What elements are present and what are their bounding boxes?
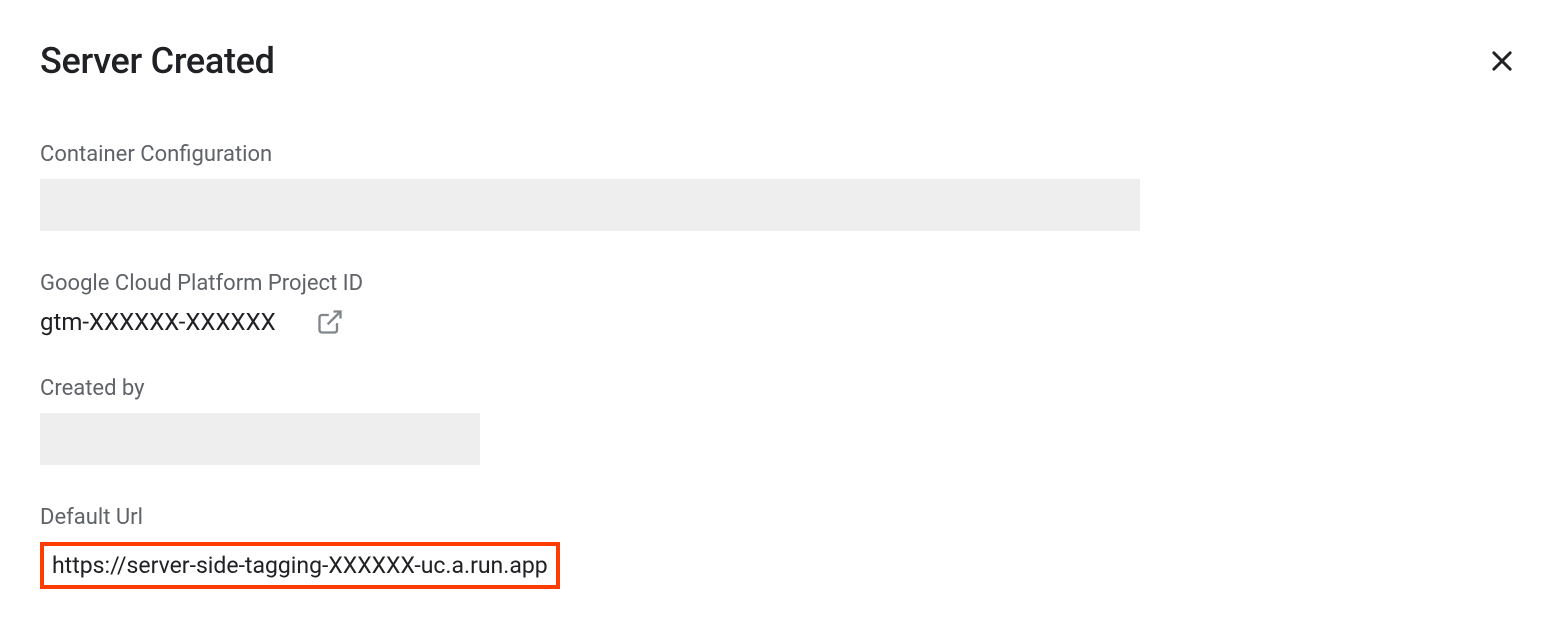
close-icon [1488, 47, 1516, 75]
default-url-label: Default Url [40, 505, 1518, 530]
created-by-label: Created by [40, 376, 1518, 401]
project-id-label: Google Cloud Platform Project ID [40, 271, 1518, 296]
dialog-header: Server Created [40, 40, 1518, 82]
project-id-value: gtm-XXXXXX-XXXXXX [40, 308, 276, 336]
container-config-value-redacted [40, 179, 1140, 231]
created-by-value-redacted [40, 413, 480, 465]
project-id-field: Google Cloud Platform Project ID gtm-XXX… [40, 271, 1518, 336]
container-config-label: Container Configuration [40, 142, 1518, 167]
created-by-field: Created by [40, 376, 1518, 465]
default-url-field: Default Url https://server-side-tagging-… [40, 505, 1518, 589]
external-link-icon[interactable] [316, 308, 344, 336]
dialog-title: Server Created [40, 40, 275, 82]
default-url-value: https://server-side-tagging-XXXXXX-uc.a.… [40, 542, 560, 589]
close-button[interactable] [1486, 45, 1518, 77]
container-config-field: Container Configuration [40, 142, 1518, 231]
